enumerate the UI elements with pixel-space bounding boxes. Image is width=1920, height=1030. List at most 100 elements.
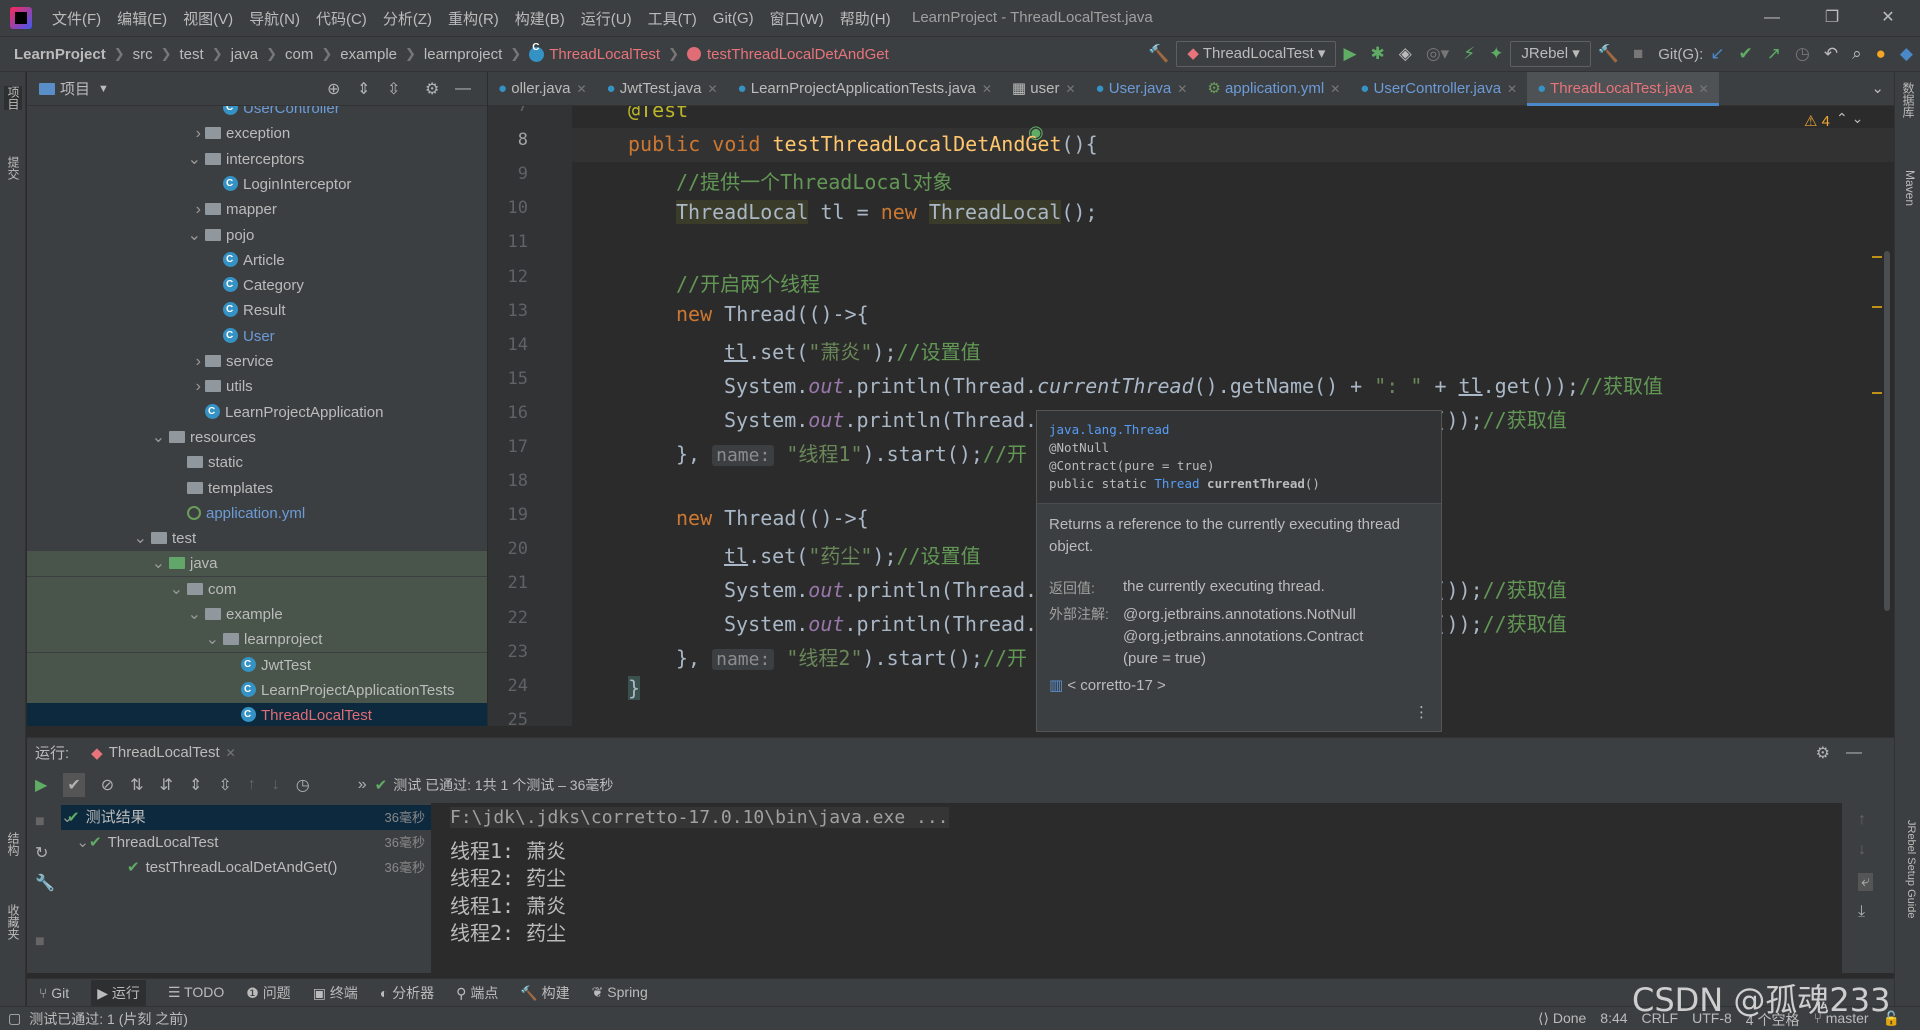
marker-warning[interactable] [1872, 256, 1882, 258]
menu-git[interactable]: Git(G) [705, 10, 762, 27]
show-ignored-icon[interactable]: ⊘ [101, 775, 114, 795]
update-icon[interactable]: ● [1876, 44, 1886, 64]
menu-tools[interactable]: 工具(T) [640, 8, 705, 29]
next-failed-icon[interactable]: ↓ [272, 776, 280, 794]
menu-analyze[interactable]: 分析(Z) [375, 8, 440, 29]
editor-tab[interactable]: ● oller.java ✕ [488, 72, 597, 106]
tree-item[interactable]: static [27, 450, 487, 475]
rerun-icon[interactable]: ▶ [35, 775, 47, 795]
chevron-right-icon[interactable]: › [185, 197, 201, 222]
minimize-icon[interactable]: — [1752, 4, 1792, 32]
expand-all-icon[interactable]: ⇕ [189, 775, 202, 795]
chevron-down-icon[interactable]: ⌄ [131, 526, 147, 551]
show-passed-icon[interactable]: ✔ [63, 773, 85, 797]
chevron-down-icon[interactable]: ⌄ [149, 551, 165, 576]
git-commit-icon[interactable]: ✔ [1739, 44, 1753, 64]
up-icon[interactable]: ↑ [1858, 811, 1866, 829]
editor-scrollbar[interactable] [1884, 251, 1890, 611]
prev-warning-icon[interactable]: ⌃ ⌄ [1836, 110, 1863, 127]
prev-failed-icon[interactable]: ↑ [248, 776, 256, 794]
tree-item[interactable]: JwtTest [27, 652, 487, 678]
editor-tab[interactable]: ● ThreadLocalTest.java ✕ [1527, 71, 1719, 106]
tree-item[interactable]: ⌄ com [27, 576, 487, 602]
breadcrumb-class[interactable]: ThreadLocalTest [549, 46, 660, 63]
wrench-icon[interactable]: 🔧 [35, 873, 55, 893]
stop-icon[interactable]: ■ [35, 813, 45, 831]
chevron-down-icon[interactable]: ⌄ [167, 577, 183, 602]
breadcrumb-com[interactable]: com [285, 46, 313, 63]
stripe-favorites[interactable]: 收藏夹 [4, 904, 22, 940]
history-icon[interactable]: ◷ [296, 775, 310, 795]
tree-item[interactable]: ⌄ learnproject [27, 627, 487, 653]
tree-item[interactable]: ⌄ interceptors [27, 147, 487, 172]
stripe-maven[interactable]: Maven [1899, 170, 1917, 206]
git-push-icon[interactable]: ↗ [1767, 44, 1781, 64]
menu-build[interactable]: 构建(B) [507, 8, 573, 29]
breadcrumb-project[interactable]: LearnProject [14, 46, 106, 63]
menu-edit[interactable]: 编辑(E) [109, 8, 175, 29]
tab-git[interactable]: ⑂ Git [39, 985, 69, 1001]
more-icon[interactable]: » [358, 776, 367, 794]
build-hammer-icon[interactable]: 🔨 [1148, 44, 1169, 64]
status-message[interactable]: 测试已通过: 1 (片刻 之前) [29, 1009, 188, 1029]
close-tab-icon[interactable]: ✕ [1330, 82, 1340, 96]
hide-icon[interactable]: — [1846, 744, 1862, 762]
editor-tab[interactable]: ● UserController.java ✕ [1350, 72, 1527, 106]
tree-item[interactable]: templates [27, 476, 487, 501]
search-icon[interactable]: ⌕ [1852, 44, 1862, 64]
marker-warning[interactable] [1872, 392, 1882, 394]
test-result-row[interactable]: ⌄ ✔ 测试结果 36毫秒 [61, 805, 431, 830]
debug-icon[interactable]: ✱ [1371, 44, 1385, 64]
tree-item[interactable]: › service [27, 349, 487, 374]
close-tab-icon[interactable]: ✕ [1507, 82, 1517, 96]
tab-profiler[interactable]: ◐ 分析器 [380, 983, 434, 1003]
tree-item[interactable]: ⌄ pojo [27, 223, 487, 248]
doc-class-link[interactable]: java.lang.Thread [1049, 421, 1429, 439]
breadcrumb-src[interactable]: src [133, 46, 153, 63]
hide-icon[interactable]: — [455, 80, 471, 98]
console-output[interactable]: F:\jdk\.jdks\corretto-17.0.10\bin\java.e… [432, 803, 1842, 973]
chevron-down-icon[interactable]: ⌄ [203, 627, 219, 652]
menu-refactor[interactable]: 重构(R) [440, 8, 507, 29]
menu-help[interactable]: 帮助(H) [832, 8, 899, 29]
gear-icon[interactable]: ⚙ [1816, 743, 1830, 763]
scroll-end-icon[interactable]: ⤓ [1858, 903, 1865, 921]
jrebel-debug-icon[interactable]: ✦ [1489, 44, 1503, 64]
editor-tab[interactable]: ● LearnProjectApplicationTests.java ✕ [728, 72, 1002, 106]
menu-navigate[interactable]: 导航(N) [241, 8, 308, 29]
tree-item[interactable]: ThreadLocalTest [27, 702, 487, 726]
tree-item[interactable]: ⌄ java [27, 551, 487, 577]
menu-window[interactable]: 窗口(W) [762, 8, 832, 29]
menu-view[interactable]: 视图(V) [175, 8, 241, 29]
close-tab-icon[interactable]: ✕ [576, 82, 586, 96]
restore-icon[interactable]: ❐ [1812, 4, 1852, 32]
stripe-jrebel-guide[interactable]: JRebel Setup Guide [1899, 820, 1917, 918]
menu-code[interactable]: 代码(C) [308, 8, 375, 29]
chevron-right-icon[interactable]: › [185, 349, 201, 374]
tree-item[interactable]: ⌄ example [27, 602, 487, 627]
status-done[interactable]: ⟨⟩ Done [1538, 1010, 1586, 1030]
editor-tab[interactable]: ● User.java ✕ [1086, 72, 1198, 106]
doc-sdk[interactable]: ▥ < corretto-17 > [1037, 670, 1441, 694]
stop-icon[interactable]: ■ [1633, 44, 1643, 64]
editor-tab[interactable]: ⚙ application.yml ✕ [1197, 72, 1350, 106]
locate-icon[interactable]: ⊕ [327, 79, 340, 99]
tab-todo[interactable]: ☰ TODO [168, 984, 224, 1001]
rollback-icon[interactable]: ↶ [1824, 44, 1838, 64]
run-icon[interactable]: ▶ [1343, 44, 1356, 64]
chevron-down-icon[interactable]: ⌄ [185, 223, 201, 248]
tree-item[interactable]: LearnProjectApplication [27, 399, 487, 425]
tree-item[interactable]: › exception [27, 121, 487, 146]
tab-terminal[interactable]: ▣ 终端 [313, 983, 358, 1003]
down-icon[interactable]: ↓ [1858, 841, 1866, 859]
sort-duration-icon[interactable]: ⇵ [160, 775, 173, 795]
stripe-database[interactable]: 数据库 [1899, 82, 1917, 118]
warning-icon[interactable]: ⚠ 4 [1804, 112, 1830, 130]
project-title[interactable]: 项目 [60, 78, 90, 99]
test-result-row[interactable]: ✔ testThreadLocalDetAndGet() 36毫秒 [61, 855, 431, 880]
toolbox-icon[interactable]: ◆ [1900, 44, 1913, 64]
tabs-overflow-icon[interactable]: ⌄ [1861, 72, 1894, 106]
breadcrumb-java[interactable]: java [231, 46, 259, 63]
chevron-down-icon[interactable]: ⌄ [185, 147, 201, 172]
breadcrumb-test[interactable]: test [180, 46, 204, 63]
